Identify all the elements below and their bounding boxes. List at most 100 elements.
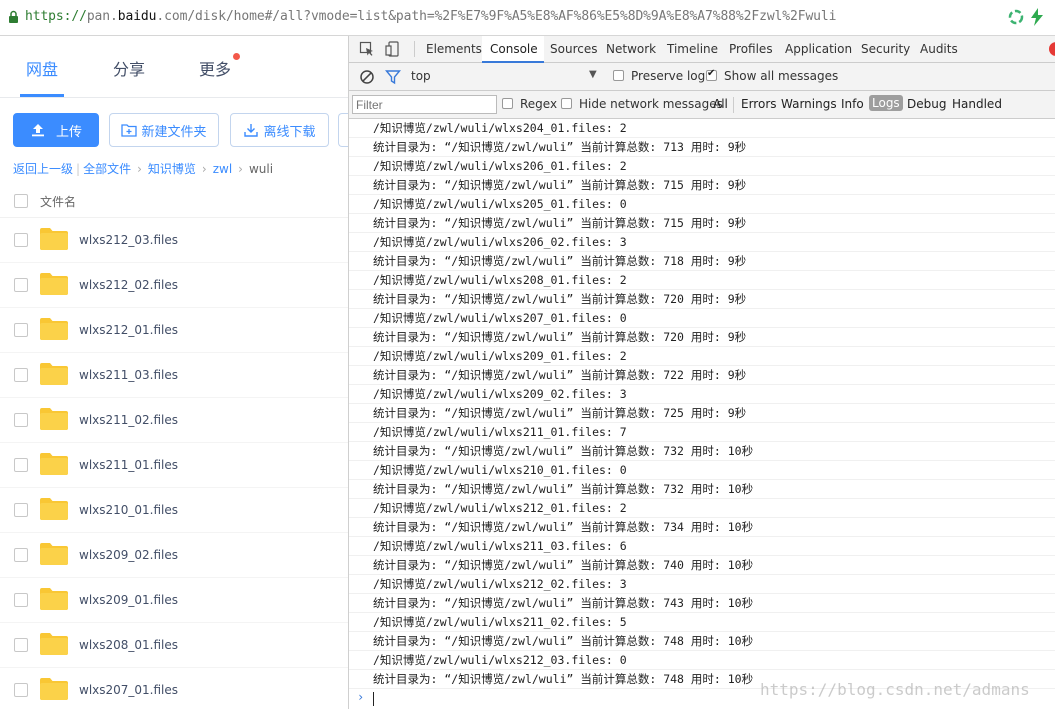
preserve-log-label: Preserve log (631, 69, 706, 83)
tab-sources[interactable]: Sources (550, 42, 597, 56)
tab-timeline[interactable]: Timeline (667, 42, 718, 56)
file-row-checkbox[interactable] (14, 503, 28, 517)
file-name[interactable]: wlxs212_02.files (79, 278, 178, 292)
file-name[interactable]: wlxs209_01.files (79, 593, 178, 607)
file-row-checkbox[interactable] (14, 458, 28, 472)
console-log-line: /知识博览/zwl/wuli/wlxs209_01.files: 2 (349, 347, 1055, 366)
tab-network[interactable]: Network (606, 42, 656, 56)
level-errors[interactable]: Errors (741, 97, 777, 111)
file-row-checkbox[interactable] (14, 278, 28, 292)
folder-icon (40, 678, 68, 700)
console-output[interactable]: /知识博览/zwl/wuli/wlxs204_01.files: 2 统计目录为:… (349, 119, 1055, 709)
upload-button[interactable]: 上传 (13, 113, 99, 147)
tab-console[interactable]: Console (490, 42, 538, 56)
file-row-checkbox[interactable] (14, 323, 28, 337)
new-folder-button[interactable]: 新建文件夹 (109, 113, 219, 147)
file-name[interactable]: wlxs212_03.files (79, 233, 178, 247)
file-name[interactable]: wlxs211_01.files (79, 458, 178, 472)
level-debug[interactable]: Debug (907, 97, 946, 111)
console-input-caret[interactable] (373, 692, 374, 706)
file-name[interactable]: wlxs207_01.files (79, 683, 178, 697)
folder-icon (40, 363, 68, 385)
file-row[interactable]: wlxs212_03.files (0, 218, 348, 263)
preserve-log-checkbox[interactable] (613, 70, 624, 81)
file-row[interactable]: wlxs212_01.files (0, 308, 348, 353)
level-logs[interactable]: Logs (869, 95, 903, 111)
file-name[interactable]: wlxs209_02.files (79, 548, 178, 562)
extension-refresh-icon[interactable] (1008, 9, 1024, 25)
folder-icon (40, 588, 68, 610)
file-name[interactable]: wlxs211_03.files (79, 368, 178, 382)
nav-tab-more[interactable]: 更多 (199, 56, 231, 80)
folder-icon (40, 228, 68, 250)
file-row-checkbox[interactable] (14, 548, 28, 562)
file-row[interactable]: wlxs211_03.files (0, 353, 348, 398)
context-dropdown-arrow-icon[interactable]: ▼ (589, 69, 597, 80)
tab-application[interactable]: Application (785, 42, 852, 56)
level-info[interactable]: Info (841, 97, 864, 111)
file-row-checkbox[interactable] (14, 233, 28, 247)
regex-checkbox[interactable] (502, 98, 513, 109)
file-row[interactable]: wlxs211_02.files (0, 398, 348, 443)
lock-icon (9, 10, 18, 23)
filter-icon[interactable] (385, 69, 401, 85)
file-row[interactable]: wlxs207_01.files (0, 668, 348, 709)
level-all[interactable]: All (713, 97, 728, 111)
console-prompt-icon: › (357, 690, 365, 704)
tab-security[interactable]: Security (861, 42, 910, 56)
console-log-line: /知识博览/zwl/wuli/wlxs205_01.files: 0 (349, 195, 1055, 214)
level-warnings[interactable]: Warnings (781, 97, 837, 111)
level-handled[interactable]: Handled (952, 97, 1002, 111)
nav-tab-netdisk[interactable]: 网盘 (26, 56, 58, 80)
tab-audits[interactable]: Audits (920, 42, 958, 56)
folder-icon (40, 273, 68, 295)
breadcrumb-back-link[interactable]: 返回上一级 (13, 162, 73, 176)
file-row[interactable]: wlxs209_02.files (0, 533, 348, 578)
breadcrumb-level2[interactable]: zwl (213, 162, 232, 176)
file-row-checkbox[interactable] (14, 593, 28, 607)
file-row[interactable]: wlxs212_02.files (0, 263, 348, 308)
file-row[interactable]: wlxs210_01.files (0, 488, 348, 533)
file-name[interactable]: wlxs210_01.files (79, 503, 178, 517)
console-log-line: /知识博览/zwl/wuli/wlxs212_02.files: 3 (349, 575, 1055, 594)
console-log-line: 统计目录为: “/知识博览/zwl/wuli” 当前计算总数: 732 用时: … (349, 480, 1055, 499)
tab-elements[interactable]: Elements (426, 42, 482, 56)
console-log-line: 统计目录为: “/知识博览/zwl/wuli” 当前计算总数: 740 用时: … (349, 556, 1055, 575)
watermark: https://blog.csdn.net/admans (760, 680, 1030, 699)
hide-network-checkbox[interactable] (561, 98, 572, 109)
breadcrumb-all-files[interactable]: 全部文件 (83, 162, 131, 176)
console-log-line: 统计目录为: “/知识博览/zwl/wuli” 当前计算总数: 720 用时: … (349, 290, 1055, 309)
file-row-checkbox[interactable] (14, 638, 28, 652)
show-all-messages-checkbox[interactable] (706, 68, 717, 81)
url-text[interactable]: https://pan.baidu.com/disk/home#/all?vmo… (25, 9, 836, 24)
lightning-icon[interactable] (1030, 8, 1044, 26)
console-log-line: /知识博览/zwl/wuli/wlxs211_02.files: 5 (349, 613, 1055, 632)
console-log-line: /知识博览/zwl/wuli/wlxs207_01.files: 0 (349, 309, 1055, 328)
file-row[interactable]: wlxs211_01.files (0, 443, 348, 488)
more-actions-button[interactable] (338, 113, 348, 147)
hide-network-label: Hide network messages (579, 97, 723, 111)
file-row[interactable]: wlxs208_01.files (0, 623, 348, 668)
file-row-checkbox[interactable] (14, 368, 28, 382)
file-name[interactable]: wlxs211_02.files (79, 413, 178, 427)
context-selector[interactable]: top (411, 69, 431, 83)
device-toolbar-icon[interactable] (385, 41, 401, 57)
file-row-checkbox[interactable] (14, 413, 28, 427)
file-name[interactable]: wlxs212_01.files (79, 323, 178, 337)
file-row-checkbox[interactable] (14, 683, 28, 697)
column-header-filename[interactable]: 文件名 (40, 193, 76, 210)
offline-download-button[interactable]: 离线下载 (230, 113, 329, 147)
regex-label: Regex (520, 97, 558, 111)
address-bar[interactable]: https://pan.baidu.com/disk/home#/all?vmo… (0, 0, 1055, 36)
clear-console-icon[interactable] (359, 69, 375, 85)
devtools-tabbar: Elements Console Sources Network Timelin… (349, 36, 1055, 63)
breadcrumb-level1[interactable]: 知识博览 (148, 162, 196, 176)
tab-profiles[interactable]: Profiles (729, 42, 773, 56)
select-all-checkbox[interactable] (14, 194, 28, 208)
file-name[interactable]: wlxs208_01.files (79, 638, 178, 652)
nav-tab-share[interactable]: 分享 (113, 56, 145, 80)
close-devtools-icon[interactable] (1049, 42, 1055, 56)
console-filter-input[interactable] (352, 95, 497, 114)
file-row[interactable]: wlxs209_01.files (0, 578, 348, 623)
inspect-element-icon[interactable] (359, 41, 375, 57)
